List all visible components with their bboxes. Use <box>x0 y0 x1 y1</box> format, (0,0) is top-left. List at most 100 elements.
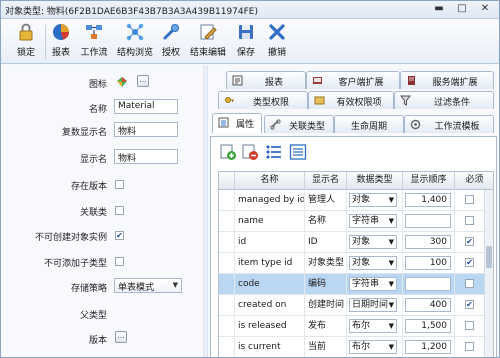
workflow-button[interactable]: 工作流 <box>78 22 110 62</box>
tab-client-extension[interactable]: 客户端扩展 <box>306 71 400 89</box>
required-checkbox[interactable] <box>465 216 474 225</box>
display-order-field[interactable] <box>405 277 451 291</box>
column-header[interactable]: 显示顺序 <box>403 172 455 190</box>
display-order-field[interactable]: 300 <box>405 235 451 249</box>
display-order-cell[interactable]: 100 <box>403 253 455 274</box>
tab-report[interactable]: 报表 <box>226 71 306 89</box>
attribute-name-cell[interactable]: code <box>235 274 305 295</box>
display-order-field[interactable]: 400 <box>405 298 451 312</box>
storage-strategy-select[interactable]: 单表模式 ▼ <box>114 278 182 293</box>
data-type-select[interactable]: 对象 ▼ <box>349 193 397 207</box>
display-order-cell[interactable]: 1,400 <box>403 190 455 211</box>
data-type-cell[interactable]: 字符串 ▼ <box>347 274 403 295</box>
data-type-cell[interactable]: 布尔 ▼ <box>347 316 403 337</box>
display-order-cell[interactable]: 300 <box>403 232 455 253</box>
required-checkbox[interactable] <box>465 342 474 351</box>
column-header[interactable]: 数据类型 <box>347 172 403 190</box>
table-row[interactable]: created on 创建时间 日期时间 ▼ 400 ✔ <box>219 295 493 316</box>
structure-browse-button[interactable]: 结构浏览 <box>115 22 155 62</box>
tab-workflow-templates[interactable]: 工作流模板 <box>404 115 494 133</box>
table-row[interactable]: is released 发布 布尔 ▼ 1,500 <box>219 316 493 337</box>
versioned-checkbox[interactable] <box>115 180 124 189</box>
minimize-icon[interactable]: ▬ <box>432 3 446 16</box>
close-icon[interactable]: ✕ <box>478 3 492 16</box>
data-type-cell[interactable]: 对象 ▼ <box>347 190 403 211</box>
tab-relation-types[interactable]: 关联类型 <box>264 115 334 133</box>
data-type-select[interactable]: 字符串 ▼ <box>349 214 397 228</box>
attribute-display-cell[interactable]: ID <box>305 232 347 253</box>
attribute-name-cell[interactable]: is current <box>235 337 305 357</box>
display-order-cell[interactable]: 400 <box>403 295 455 316</box>
attribute-name-cell[interactable]: item type id <box>235 253 305 274</box>
tab-filter-conditions[interactable]: 过滤条件 <box>394 91 494 109</box>
attribute-name-cell[interactable]: is released <box>235 316 305 337</box>
scrollbar-thumb[interactable] <box>486 246 492 268</box>
column-header[interactable]: 必须 <box>455 172 493 190</box>
attribute-display-cell[interactable]: 创建时间 <box>305 295 347 316</box>
display-order-cell[interactable]: 1,200 <box>403 337 455 357</box>
detail-view-icon[interactable] <box>289 143 307 161</box>
tab-type-permission[interactable]: 类型权限 <box>218 91 308 109</box>
data-type-cell[interactable]: 对象 ▼ <box>347 253 403 274</box>
attribute-display-cell[interactable]: 当前 <box>305 337 347 357</box>
remove-attribute-icon[interactable] <box>241 143 259 161</box>
attribute-display-cell[interactable]: 名称 <box>305 211 347 232</box>
table-row[interactable]: item type id 对象类型 对象 ▼ 100 ✔ <box>219 253 493 274</box>
attribute-name-cell[interactable]: managed by id <box>235 190 305 211</box>
grid-scrollbar[interactable] <box>484 190 493 357</box>
tab-attributes[interactable]: 属性 <box>212 113 262 133</box>
authorize-button[interactable]: 授权 <box>158 22 184 62</box>
display-order-cell[interactable] <box>403 274 455 295</box>
display-name-field[interactable]: 物料 <box>114 149 178 164</box>
lock-button[interactable]: 锁定 <box>11 22 41 62</box>
data-type-select[interactable]: 对象 ▼ <box>349 256 397 270</box>
data-type-cell[interactable]: 对象 ▼ <box>347 232 403 253</box>
required-checkbox[interactable] <box>465 321 474 330</box>
add-attribute-icon[interactable] <box>219 143 237 161</box>
no-instance-checkbox[interactable]: ✔ <box>115 231 124 240</box>
table-row[interactable]: code 编码 字符串 ▼ <box>219 274 493 295</box>
data-type-select[interactable]: 日期时间 ▼ <box>349 298 397 312</box>
column-header[interactable]: 名称 <box>235 172 305 190</box>
data-type-select[interactable]: 布尔 ▼ <box>349 319 397 333</box>
table-row[interactable]: id ID 对象 ▼ 300 ✔ <box>219 232 493 253</box>
attribute-name-cell[interactable]: created on <box>235 295 305 316</box>
display-order-field[interactable]: 1,200 <box>405 340 451 354</box>
attribute-name-cell[interactable]: id <box>235 232 305 253</box>
relation-checkbox[interactable] <box>115 206 124 215</box>
display-order-field[interactable] <box>405 214 451 228</box>
required-checkbox[interactable]: ✔ <box>465 300 474 309</box>
table-row[interactable]: name 名称 字符串 ▼ <box>219 211 493 232</box>
report-button[interactable]: 报表 <box>48 22 74 62</box>
attribute-name-cell[interactable]: name <box>235 211 305 232</box>
list-view-icon[interactable] <box>265 143 283 161</box>
display-order-field[interactable]: 100 <box>405 256 451 270</box>
required-checkbox[interactable] <box>465 195 474 204</box>
maximize-icon[interactable]: □ <box>455 3 469 16</box>
name-field[interactable]: Material <box>114 99 178 114</box>
attribute-display-cell[interactable]: 发布 <box>305 316 347 337</box>
version-picker-button[interactable]: ... <box>115 331 127 343</box>
tab-lifecycle[interactable]: 生命周期 <box>334 115 404 133</box>
no-subtype-checkbox[interactable] <box>115 257 124 266</box>
attribute-display-cell[interactable]: 编码 <box>305 274 347 295</box>
save-button[interactable]: 保存 <box>234 22 258 62</box>
attribute-display-cell[interactable]: 对象类型 <box>305 253 347 274</box>
display-order-cell[interactable]: 1,500 <box>403 316 455 337</box>
data-type-select[interactable]: 对象 ▼ <box>349 235 397 249</box>
table-row[interactable]: is current 当前 布尔 ▼ 1,200 <box>219 337 493 357</box>
data-type-select[interactable]: 布尔 ▼ <box>349 340 397 354</box>
attribute-display-cell[interactable]: 管理人 <box>305 190 347 211</box>
data-type-select[interactable]: 字符串 ▼ <box>349 277 397 291</box>
plural-name-field[interactable]: 物料 <box>114 122 178 137</box>
display-order-field[interactable]: 1,500 <box>405 319 451 333</box>
display-order-field[interactable]: 1,400 <box>405 193 451 207</box>
undo-button[interactable]: 撤销 <box>265 22 289 62</box>
column-header[interactable]: 显示名 <box>305 172 347 190</box>
required-checkbox[interactable]: ✔ <box>465 237 474 246</box>
tab-effective-permission[interactable]: 有效权限项 <box>308 91 394 109</box>
icon-picker-button[interactable]: ... <box>137 75 149 87</box>
table-row[interactable]: managed by id 管理人 对象 ▼ 1,400 <box>219 190 493 211</box>
tab-server-extension[interactable]: 服务端扩展 <box>400 71 494 89</box>
data-type-cell[interactable]: 字符串 ▼ <box>347 211 403 232</box>
